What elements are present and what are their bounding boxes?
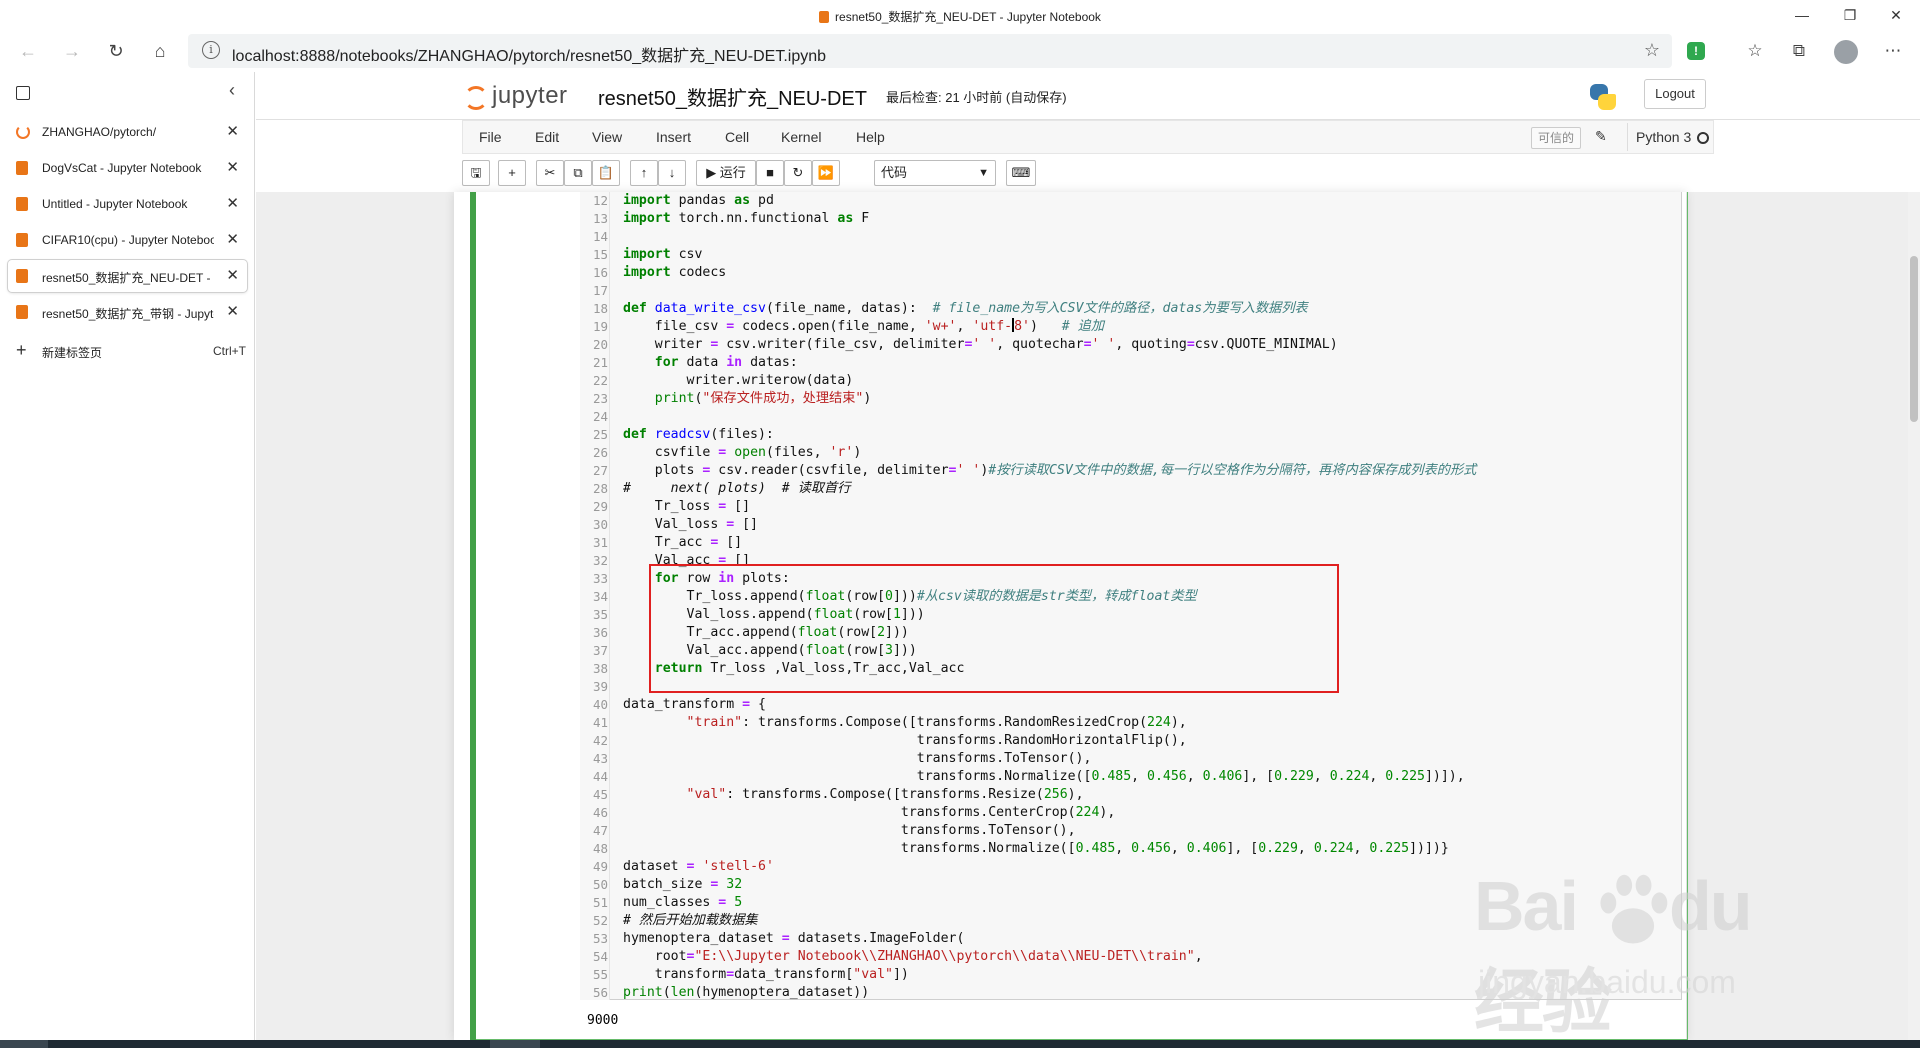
annotation-highlight-box xyxy=(649,564,1339,693)
menu-edit[interactable]: Edit xyxy=(535,129,559,145)
trusted-indicator[interactable]: 可信的 xyxy=(1531,127,1582,149)
close-tab-icon[interactable]: ✕ xyxy=(226,266,239,284)
tab-item[interactable]: CIFAR10(cpu) - Jupyter Notebook ✕ xyxy=(8,224,247,256)
collections-icon[interactable]: ⧉ xyxy=(1786,38,1812,64)
jupyter-logo-icon xyxy=(464,86,488,110)
taskbar-start[interactable] xyxy=(0,1040,48,1048)
tab-item[interactable]: Untitled - Jupyter Notebook ✕ xyxy=(8,188,247,220)
jupyter-logo-text: jupyter xyxy=(492,82,568,109)
cell-type-select[interactable]: 代码 ▼ xyxy=(874,160,996,186)
notebook-favicon-icon xyxy=(16,305,28,319)
tab-label: CIFAR10(cpu) - Jupyter Notebook xyxy=(42,233,214,247)
keyboard-icon[interactable]: ⌨ xyxy=(1006,160,1036,186)
close-tab-icon[interactable]: ✕ xyxy=(226,302,239,320)
taskbar-app[interactable] xyxy=(490,1040,540,1048)
paste-icon[interactable]: 📋 xyxy=(592,160,620,186)
more-menu-icon[interactable]: ⋯ xyxy=(1880,38,1906,64)
new-tab-button[interactable]: + 新建标签页 Ctrl+T xyxy=(16,340,246,364)
close-window-button[interactable]: ✕ xyxy=(1878,4,1914,26)
page-scrollbar[interactable] xyxy=(1908,192,1920,1040)
tab-item[interactable]: DogVsCat - Jupyter Notebook ✕ xyxy=(8,152,247,184)
jupyter-favicon-icon xyxy=(16,125,30,139)
window-title-bar: resnet50_数据扩充_NEU-DET - Jupyter Notebook… xyxy=(0,0,1920,30)
kernel-name: Python 3 xyxy=(1627,123,1691,151)
collapse-sidebar-icon[interactable]: ‹ xyxy=(229,80,235,101)
os-taskbar xyxy=(0,1040,1920,1048)
watermark-url: jingyan.baidu.com xyxy=(1478,964,1736,1000)
stop-icon[interactable]: ■ xyxy=(756,160,784,186)
cell-output: 9000 xyxy=(587,1013,619,1028)
notebook-favicon-icon xyxy=(16,233,28,247)
cell-selected-bar xyxy=(470,192,476,1040)
close-tab-icon[interactable]: ✕ xyxy=(226,122,239,140)
menu-view[interactable]: View xyxy=(592,129,622,145)
copy-icon[interactable]: ⧉ xyxy=(564,160,592,186)
address-bar[interactable]: i localhost:8888/notebooks/ZHANGHAO/pyto… xyxy=(188,34,1672,68)
back-button[interactable]: ← xyxy=(14,37,42,65)
close-tab-icon[interactable]: ✕ xyxy=(226,194,239,212)
python-logo-icon xyxy=(1588,82,1618,112)
close-tab-icon[interactable]: ✕ xyxy=(226,230,239,248)
tab-label: resnet50_数据扩充_NEU-DET - Jupyter Notebook xyxy=(42,271,214,285)
restart-run-all-icon[interactable]: ⏩ xyxy=(812,160,840,186)
tab-item[interactable]: resnet50_数据扩充_带钢 - Jupyter Notebook ✕ xyxy=(8,296,247,328)
home-button[interactable]: ⌂ xyxy=(146,37,174,65)
url-text[interactable]: localhost:8888/notebooks/ZHANGHAO/pytorc… xyxy=(232,42,826,66)
restart-icon[interactable]: ↻ xyxy=(784,160,812,186)
kernel-status-icon xyxy=(1697,132,1709,144)
tab-actions-icon[interactable] xyxy=(16,86,30,100)
move-down-icon[interactable]: ↓ xyxy=(658,160,686,186)
edit-pencil-icon[interactable]: ✎ xyxy=(1595,128,1607,145)
sidebar-header: ‹ xyxy=(0,72,255,112)
menu-bar: File Edit View Insert Cell Kernel Help 可… xyxy=(462,120,1714,154)
run-label: 运行 xyxy=(719,165,746,180)
logout-button[interactable]: Logout xyxy=(1644,79,1706,109)
menu-cell[interactable]: Cell xyxy=(725,129,749,145)
move-up-icon[interactable]: ↑ xyxy=(630,160,658,186)
tab-label: DogVsCat - Jupyter Notebook xyxy=(42,161,202,175)
tab-label: Untitled - Jupyter Notebook xyxy=(42,197,188,211)
minimize-button[interactable]: — xyxy=(1784,4,1820,26)
profile-avatar[interactable] xyxy=(1834,40,1858,64)
cell-type-value: 代码 xyxy=(881,165,908,180)
add-favorite-icon[interactable]: ☆ xyxy=(1644,40,1660,61)
reload-button[interactable]: ↻ xyxy=(102,37,130,65)
run-button[interactable]: ▶ 运行 xyxy=(696,160,756,186)
notebook-toolbar: 🖫 + ✂ ⧉ 📋 ↑ ↓ ▶ 运行 ■ ↻ ⏩ 代码 ▼ ⌨ xyxy=(462,158,1714,190)
site-info-icon[interactable]: i xyxy=(202,41,220,59)
notebook-favicon-icon xyxy=(16,161,28,175)
menu-help[interactable]: Help xyxy=(856,129,885,145)
chevron-down-icon: ▼ xyxy=(978,167,989,179)
plus-icon: + xyxy=(16,340,27,360)
tab-item-active[interactable]: resnet50_数据扩充_NEU-DET - Jupyter Notebook… xyxy=(8,260,247,292)
new-tab-label: 新建标签页 xyxy=(42,346,103,360)
favorites-icon[interactable]: ☆ xyxy=(1742,38,1768,64)
extension-icon[interactable]: ! xyxy=(1687,42,1705,60)
new-tab-shortcut: Ctrl+T xyxy=(213,344,246,358)
save-icon[interactable]: 🖫 xyxy=(462,160,490,186)
forward-button[interactable]: → xyxy=(58,37,86,65)
insert-cell-icon[interactable]: + xyxy=(498,160,526,186)
tab-label: resnet50_数据扩充_带钢 - Jupyter Notebook xyxy=(42,307,214,321)
cut-icon[interactable]: ✂ xyxy=(536,160,564,186)
maximize-button[interactable]: ❐ xyxy=(1832,4,1868,26)
close-tab-icon[interactable]: ✕ xyxy=(226,158,239,176)
window-title: resnet50_数据扩充_NEU-DET - Jupyter Notebook xyxy=(0,8,1920,25)
jupyter-header: jupyter resnet50_数据扩充_NEU-DET 最后检查: 21 小… xyxy=(256,72,1920,120)
tab-item[interactable]: ZHANGHAO/pytorch/ ✕ xyxy=(8,116,247,148)
notebook-favicon-icon xyxy=(16,269,28,283)
scrollbar-thumb[interactable] xyxy=(1910,256,1918,422)
jupyter-favicon-icon xyxy=(819,11,830,23)
paw-icon xyxy=(1600,874,1668,944)
checkpoint-status: 最后检查: 21 小时前 (自动保存) xyxy=(886,90,1067,105)
tab-label: ZHANGHAO/pytorch/ xyxy=(42,125,157,139)
menu-kernel[interactable]: Kernel xyxy=(781,129,821,145)
menu-insert[interactable]: Insert xyxy=(656,129,691,145)
notebook-favicon-icon xyxy=(16,197,28,211)
browser-toolbar: ← → ↻ ⌂ i localhost:8888/notebooks/ZHANG… xyxy=(0,30,1920,72)
menu-file[interactable]: File xyxy=(479,129,502,145)
vertical-tabs-sidebar: ‹ ZHANGHAO/pytorch/ ✕ DogVsCat - Jupyter… xyxy=(0,72,255,1048)
notebook-name[interactable]: resnet50_数据扩充_NEU-DET xyxy=(598,82,867,111)
baidu-watermark: Bai du经验 jingyan.baidu.com xyxy=(1474,866,1814,1041)
